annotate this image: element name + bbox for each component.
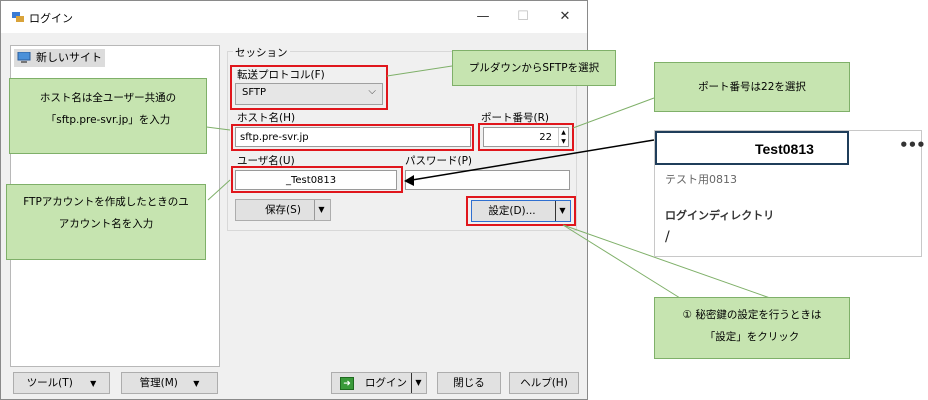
callout-secret-key: ① 秘密鍵の設定を行うときは 「設定」をクリック [654, 297, 850, 359]
host-label: ホスト名(H) [237, 112, 296, 124]
site-item-new[interactable]: 新しいサイト [14, 49, 105, 67]
callout-secret-line1: ① 秘密鍵の設定を行うときは [682, 309, 822, 321]
callout-host-line1: ホスト名は全ユーザー共通の [39, 92, 177, 104]
account-card: Test0813 ••• テスト用0813 ログインディレクトリ / [654, 130, 926, 257]
account-description: テスト用0813 [665, 173, 737, 186]
save-label: 保存(S) [265, 204, 301, 216]
help-button[interactable]: ヘルプ(H) [509, 372, 579, 394]
computer-icon [17, 52, 31, 63]
callout-host: ホスト名は全ユーザー共通の 「sftp.pre-svr.jp」を入力 [9, 78, 207, 154]
protocol-highlight [230, 65, 388, 110]
callout-port: ポート番号は22を選択 [654, 62, 850, 112]
login-directory-value: / [665, 229, 670, 245]
caret-down-icon: ▼ [411, 373, 425, 393]
callout-account-line2: アカウント名を入力 [58, 218, 154, 230]
login-button[interactable]: ➜ ログイン ▼ [331, 372, 427, 394]
site-item-label: 新しいサイト [36, 51, 102, 64]
account-username-box: Test0813 [655, 131, 849, 165]
callout-account: FTPアカウントを作成したときのユ アカウント名を入力 [6, 184, 206, 260]
maximize-button[interactable]: ☐ [513, 7, 533, 27]
settings-highlight [466, 196, 576, 226]
session-label: セッション [233, 45, 290, 60]
login-label: ログイン [365, 377, 407, 389]
account-username: Test0813 [755, 141, 814, 157]
user-highlight [231, 166, 403, 193]
title-bar: ログイン — ☐ ✕ [1, 1, 587, 33]
minimize-button[interactable]: — [473, 7, 493, 27]
caret-down-icon: ▼ [193, 379, 200, 388]
login-directory-label: ログインディレクトリ [665, 209, 775, 222]
more-options-icon[interactable]: ••• [899, 136, 926, 154]
window-title: ログイン [29, 12, 73, 25]
callout-protocol: プルダウンからSFTPを選択 [452, 50, 616, 86]
callout-secret-line2: 「設定」をクリック [704, 331, 800, 343]
tools-button[interactable]: ツール(T) ▼ [13, 372, 110, 394]
close-button[interactable]: ✕ [555, 7, 575, 27]
port-highlight [478, 123, 574, 151]
callout-account-line1: FTPアカウントを作成したときのユ [23, 196, 189, 208]
close-dialog-button[interactable]: 閉じる [437, 372, 501, 394]
host-highlight [231, 124, 474, 151]
app-icon [12, 12, 24, 22]
save-button[interactable]: 保存(S) ▼ [235, 199, 331, 221]
password-label: パスワード(P) [405, 155, 473, 167]
callout-host-line2: 「sftp.pre-svr.jp」を入力 [45, 114, 171, 126]
login-icon: ➜ [340, 377, 354, 390]
manage-button[interactable]: 管理(M) ▼ [121, 372, 218, 394]
tools-label: ツール(T) [26, 377, 73, 389]
caret-down-icon: ▼ [90, 379, 97, 388]
manage-label: 管理(M) [139, 377, 178, 389]
caret-down-icon: ▼ [314, 200, 328, 220]
password-input[interactable] [405, 170, 570, 190]
